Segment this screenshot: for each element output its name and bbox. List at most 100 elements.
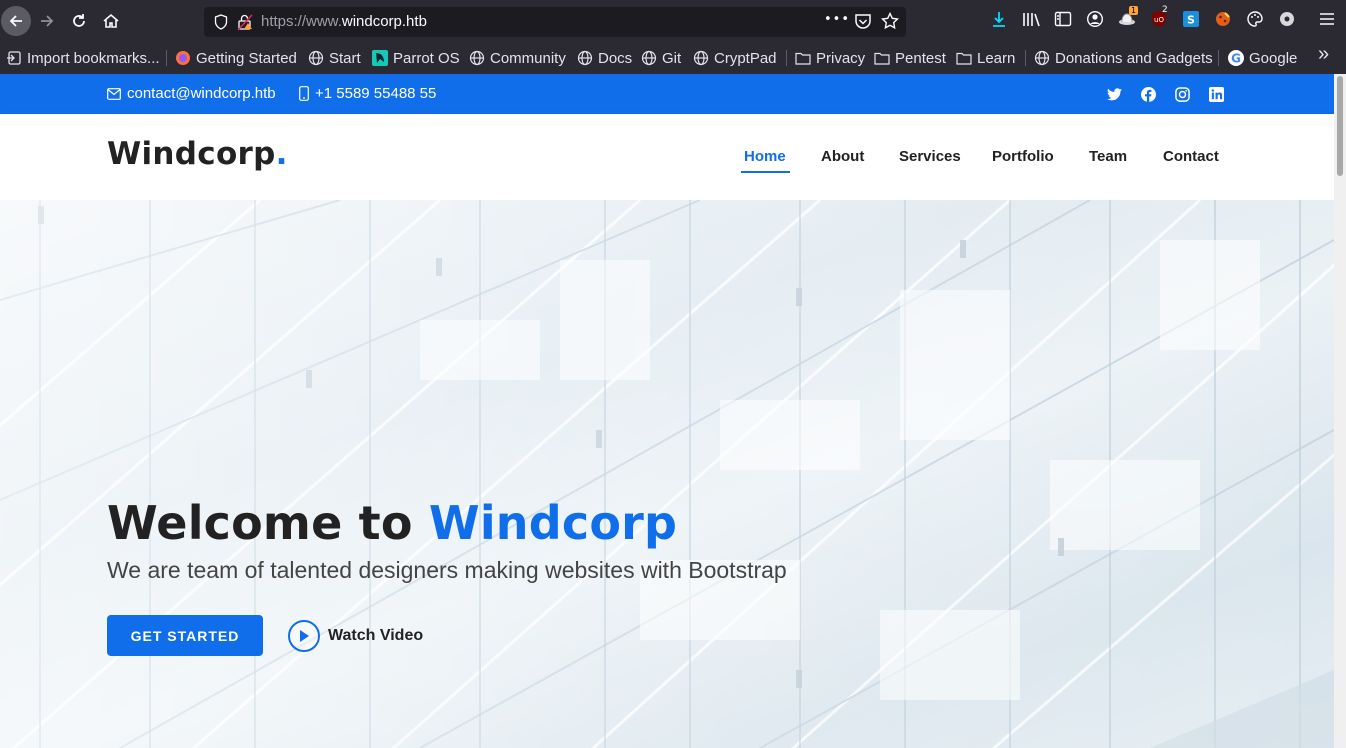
library-icon xyxy=(1023,13,1040,27)
contact-email[interactable]: contact@windcorp.htb xyxy=(107,85,276,102)
hero-section xyxy=(0,200,1334,748)
nav-services[interactable]: Services xyxy=(899,148,961,165)
twitter-icon[interactable] xyxy=(1106,86,1122,102)
bookmark-donations[interactable]: Donations and Gadgets xyxy=(1034,48,1213,68)
site-logo[interactable]: Windcorp. xyxy=(107,136,288,172)
contact-phone[interactable]: +1 5589 55488 55 xyxy=(299,85,436,102)
extension-gear-button[interactable] xyxy=(1275,7,1299,31)
globe-icon xyxy=(577,50,593,66)
parrot-icon xyxy=(372,50,388,66)
address-bar[interactable]: https://www.windcorp.htb ••• xyxy=(204,7,906,37)
url-text[interactable]: https://www.windcorp.htb xyxy=(261,13,427,30)
bookmark-google[interactable]: G Google xyxy=(1228,48,1297,68)
extension-cookie-button[interactable] xyxy=(1211,7,1235,31)
extension-s-button[interactable]: S xyxy=(1179,7,1203,31)
hero-subtitle: We are team of talented designers making… xyxy=(107,557,787,583)
bookmark-separator xyxy=(786,50,787,66)
folder-icon xyxy=(874,50,890,66)
bookmark-label: Import bookmarks... xyxy=(27,49,160,67)
bookmark-docs[interactable]: Docs xyxy=(577,48,632,68)
nav-contact[interactable]: Contact xyxy=(1163,148,1219,165)
insecure-lock-icon[interactable] xyxy=(237,13,253,35)
pocket-icon[interactable] xyxy=(854,13,872,34)
extension-palette-button[interactable] xyxy=(1243,7,1267,31)
extension-badge: 2 xyxy=(1162,5,1168,15)
bookmark-cryptpad[interactable]: CryptPad xyxy=(693,48,777,68)
bookmark-label: Google xyxy=(1249,49,1298,67)
download-icon xyxy=(993,12,1005,27)
bookmarks-toolbar: Import bookmarks... Getting Started Star… xyxy=(0,42,1346,74)
arrow-left-icon xyxy=(9,15,22,27)
bookmark-folder-pentest[interactable]: Pentest xyxy=(874,48,946,68)
bookmark-label: Start xyxy=(329,49,361,67)
bookmarks-overflow-chevron[interactable]: » xyxy=(1318,43,1329,65)
bookmark-star-icon[interactable] xyxy=(880,11,900,34)
extension-ublock-button[interactable]: uO 2 xyxy=(1147,5,1171,31)
page-actions-icon[interactable]: ••• xyxy=(824,12,850,27)
extension-foxyproxy-button[interactable]: 1 xyxy=(1115,6,1139,31)
get-started-button[interactable]: GET STARTED xyxy=(107,615,263,656)
bookmark-parrot-os[interactable]: Parrot OS xyxy=(372,48,460,68)
home-button[interactable] xyxy=(97,7,125,35)
bookmark-getting-started[interactable]: Getting Started xyxy=(175,48,297,68)
reload-button[interactable] xyxy=(65,7,93,35)
bookmark-community[interactable]: Community xyxy=(469,48,566,68)
bookmark-folder-learn[interactable]: Learn xyxy=(956,48,1015,68)
nav-team[interactable]: Team xyxy=(1089,148,1127,165)
downloads-button[interactable] xyxy=(987,7,1011,31)
globe-icon xyxy=(693,50,709,66)
account-icon xyxy=(1086,10,1104,28)
google-icon: G xyxy=(1228,50,1244,66)
forward-button[interactable] xyxy=(33,7,61,35)
facebook-icon[interactable] xyxy=(1140,86,1156,102)
reload-icon xyxy=(73,14,85,27)
browser-toolbar: https://www.windcorp.htb ••• 1 uO 2 S xyxy=(0,0,1346,42)
phone-icon xyxy=(299,86,309,101)
app-menu-button[interactable] xyxy=(1315,7,1339,31)
back-button[interactable] xyxy=(1,6,31,36)
nav-home[interactable]: Home xyxy=(744,148,786,165)
nav-portfolio[interactable]: Portfolio xyxy=(992,148,1054,165)
bookmark-label: Learn xyxy=(977,49,1016,67)
hamburger-menu-icon xyxy=(1320,13,1334,25)
sidebar-button[interactable] xyxy=(1051,7,1075,31)
envelope-icon xyxy=(107,87,121,100)
bookmark-separator xyxy=(1218,50,1219,66)
url-domain: windcorp.htb xyxy=(341,13,427,30)
bookmark-separator xyxy=(1025,50,1026,66)
svg-text:G: G xyxy=(1231,52,1241,66)
nav-about[interactable]: About xyxy=(821,148,864,165)
bookmark-label: Pentest xyxy=(895,49,946,67)
globe-icon xyxy=(1034,50,1050,66)
arrow-right-icon xyxy=(41,15,54,27)
logo-text: Windcorp xyxy=(107,136,276,172)
url-prefix: https://www. xyxy=(261,13,342,30)
hero-title: Welcome to Windcorp xyxy=(107,496,677,550)
bookmark-label: Git xyxy=(662,49,682,67)
sidebar-icon xyxy=(1054,11,1072,27)
nav-active-underline xyxy=(741,171,790,173)
account-button[interactable] xyxy=(1083,7,1107,31)
tracking-shield-icon[interactable] xyxy=(214,14,228,34)
bookmark-label: Community xyxy=(490,49,566,67)
library-button[interactable] xyxy=(1019,7,1043,31)
scrollbar-thumb[interactable] xyxy=(1337,76,1343,176)
svg-text:S: S xyxy=(1187,14,1195,27)
gear-circle-icon xyxy=(1280,12,1294,26)
bookmark-git[interactable]: Git xyxy=(641,48,681,68)
bookmark-label: Parrot OS xyxy=(393,49,460,67)
svg-text:uO: uO xyxy=(1154,16,1164,24)
cookie-editor-icon xyxy=(1216,12,1230,26)
watch-video-link[interactable]: Watch Video xyxy=(288,619,423,652)
instagram-icon[interactable] xyxy=(1174,86,1190,102)
bookmark-folder-privacy[interactable]: Privacy xyxy=(795,48,865,68)
hero-title-lead: Welcome to xyxy=(107,496,429,550)
linkedin-icon[interactable] xyxy=(1208,86,1224,102)
site-header: Windcorp. Home About Services Portfolio … xyxy=(0,114,1334,200)
globe-icon xyxy=(641,50,657,66)
bookmark-import[interactable]: Import bookmarks... xyxy=(6,48,160,68)
page-scrollbar[interactable] xyxy=(1334,74,1346,748)
bookmark-start[interactable]: Start xyxy=(308,48,361,68)
import-icon xyxy=(6,50,22,66)
bookmark-label: CryptPad xyxy=(714,49,777,67)
